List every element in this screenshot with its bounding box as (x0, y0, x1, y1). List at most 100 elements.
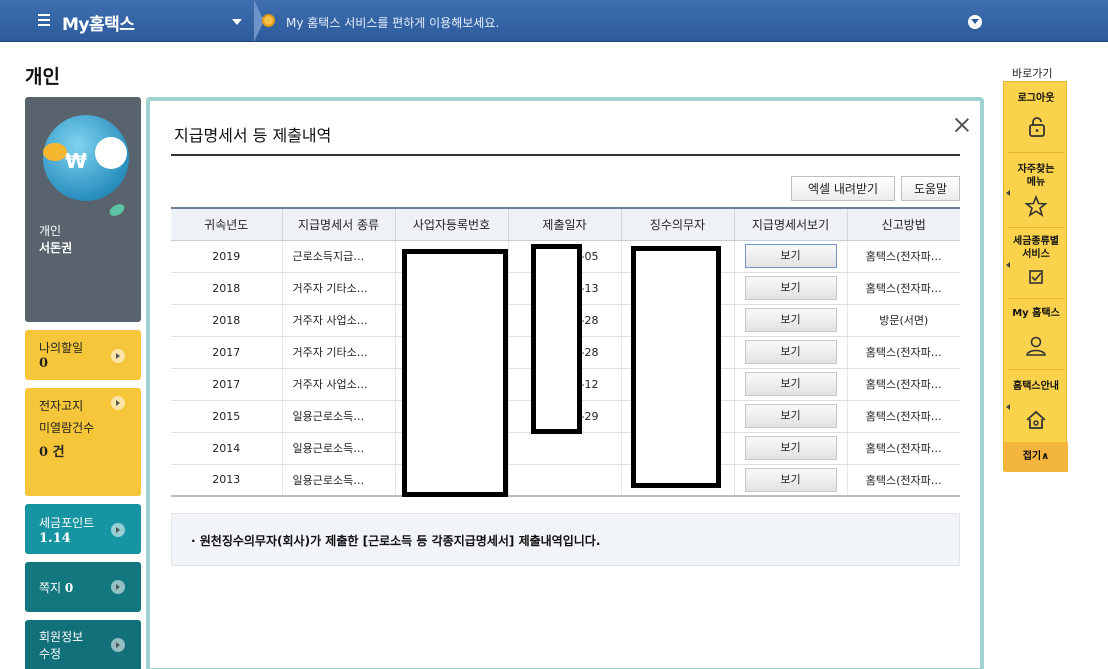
type-cell: 근로소득지급… (281, 240, 395, 273)
logout-label: 로그아웃 (1017, 93, 1055, 104)
todo-count: 0 (39, 356, 49, 371)
frequent-menu-link[interactable]: 자주찾는 메뉴 (1004, 163, 1068, 189)
arrow-left-icon (1006, 190, 1010, 196)
profile-name: 서돈권 (39, 241, 73, 255)
member-label-1: 회원정보 (39, 630, 84, 644)
leaf-icon (107, 201, 127, 219)
e-notice-box[interactable]: 전자고지 미열람건수 0 건 (25, 388, 141, 496)
tax-points-label: 세금포인트 (39, 516, 95, 530)
arrow-right-icon[interactable] (111, 580, 125, 594)
view-cell: 보기 (733, 464, 847, 497)
divider (1008, 227, 1064, 228)
view-cell: 보기 (733, 400, 847, 433)
quick-links-title: 바로가기 (1012, 67, 1053, 80)
chevron-down-icon[interactable] (968, 15, 982, 29)
profile-card: ₩ 개인 서돈권 (25, 97, 141, 322)
close-icon[interactable] (954, 117, 970, 133)
submission-history-modal: 지급명세서 등 제출내역 엑셀 내려받기 도움말 귀속년도 지급명세서 종류 사… (146, 97, 984, 669)
memo-label-text: 쪽지 (39, 581, 62, 595)
method-cell: 홈택스(전자파… (846, 240, 960, 273)
view-cell: 보기 (733, 432, 847, 465)
unread-count: 0 건 (39, 445, 65, 460)
caret-down-icon[interactable] (232, 19, 242, 25)
year-cell: 2018 (171, 272, 282, 305)
view-button[interactable]: 보기 (744, 308, 837, 332)
column-header: 신고방법 (846, 207, 960, 241)
tax-type-service-link[interactable]: 세금종류별 서비스 (1004, 235, 1068, 261)
method-cell: 홈택스(전자파… (846, 336, 960, 369)
method-cell: 방문(서면) (846, 304, 960, 337)
title-divider (171, 154, 960, 156)
view-button[interactable]: 보기 (744, 276, 837, 300)
won-icon: ₩ (65, 149, 88, 173)
e-notice-label: 전자고지 (39, 399, 84, 413)
arrow-right-icon[interactable] (111, 523, 125, 537)
tax-type-service-label: 세금종류별 서비스 (1013, 236, 1059, 260)
arrow-left-icon (1006, 262, 1010, 268)
method-cell: 홈택스(전자파… (846, 368, 960, 401)
smile-face-icon (95, 137, 127, 169)
method-cell: 홈택스(전자파… (846, 272, 960, 305)
memo-box[interactable]: 쪽지 0 (25, 562, 141, 612)
arrow-right-icon[interactable] (111, 638, 125, 652)
view-button[interactable]: 보기 (744, 244, 837, 268)
help-button[interactable]: 도움말 (901, 176, 960, 201)
view-cell: 보기 (733, 304, 847, 337)
type-cell: 거주자 기타소… (281, 336, 395, 369)
year-cell: 2018 (171, 304, 282, 337)
type-cell: 거주자 사업소… (281, 304, 395, 337)
memo-count: 0 (64, 581, 74, 595)
arrow-right-icon[interactable] (111, 349, 125, 363)
member-info-box[interactable]: 회원정보 수정 (25, 620, 141, 669)
divider (1008, 369, 1064, 370)
home-icon[interactable] (1024, 409, 1048, 431)
type-cell: 일용근로소득… (281, 400, 395, 433)
arrow-right-icon[interactable] (111, 396, 125, 410)
type-cell: 일용근로소득… (281, 432, 395, 465)
column-header: 귀속년도 (171, 207, 282, 241)
method-cell: 홈택스(전자파… (846, 432, 960, 465)
year-cell: 2017 (171, 368, 282, 401)
view-button[interactable]: 보기 (744, 404, 837, 428)
person-icon[interactable] (1024, 335, 1048, 357)
menu-icon[interactable] (38, 14, 50, 27)
type-cell: 거주자 기타소… (281, 272, 395, 305)
checkbox-icon[interactable] (1024, 267, 1048, 289)
submit-date-cell (507, 432, 621, 465)
view-cell: 보기 (733, 240, 847, 273)
view-cell: 보기 (733, 272, 847, 305)
divider (1008, 298, 1064, 299)
column-header: 사업자등록번호 (394, 207, 508, 241)
my-hometax-link[interactable]: My 홈택스 (1004, 307, 1068, 320)
method-cell: 홈택스(전자파… (846, 464, 960, 497)
view-button[interactable]: 보기 (744, 467, 837, 492)
column-header: 제출일자 (507, 207, 621, 241)
notice-text: · 원천징수의무자(회사)가 제출한 [근로소득 등 각종지급명세서] 제출내역… (191, 534, 601, 548)
view-button[interactable]: 보기 (744, 372, 837, 396)
logout-link[interactable]: 로그아웃 (1004, 92, 1068, 105)
tax-points-value: 1.14 (39, 531, 71, 546)
todo-box[interactable]: 나의할일 0 (25, 330, 141, 380)
tax-points-box[interactable]: 세금포인트 1.14 (25, 504, 141, 554)
star-icon[interactable] (1024, 195, 1048, 217)
year-cell: 2017 (171, 336, 282, 369)
collapse-button[interactable]: 접기∧ (1004, 442, 1068, 472)
method-cell: 홈택스(전자파… (846, 400, 960, 433)
excel-download-button[interactable]: 엑셀 내려받기 (791, 176, 895, 201)
my-hometax-label: My 홈택스 (1012, 308, 1060, 319)
leaf-icon (43, 143, 67, 161)
modal-title: 지급명세서 등 제출내역 (174, 126, 332, 145)
column-header: 징수의무자 (620, 207, 734, 241)
page-title: 개인 (25, 66, 60, 88)
view-button[interactable]: 보기 (744, 436, 837, 460)
todo-label: 나의할일 (39, 341, 84, 355)
view-cell: 보기 (733, 368, 847, 401)
submit-date-cell (507, 464, 621, 497)
unlock-icon[interactable] (1024, 116, 1048, 138)
quick-links-panel: 로그아웃 자주찾는 메뉴 세금종류별 서비스 My 홈택스 홈택스안내 접기∧ (1003, 81, 1068, 472)
redaction-box (631, 246, 721, 488)
view-button[interactable]: 보기 (744, 340, 837, 364)
my-hometax-title[interactable]: My홈택스 (62, 10, 135, 35)
hometax-guide-link[interactable]: 홈택스안내 (1004, 380, 1068, 393)
year-cell: 2015 (171, 400, 282, 433)
